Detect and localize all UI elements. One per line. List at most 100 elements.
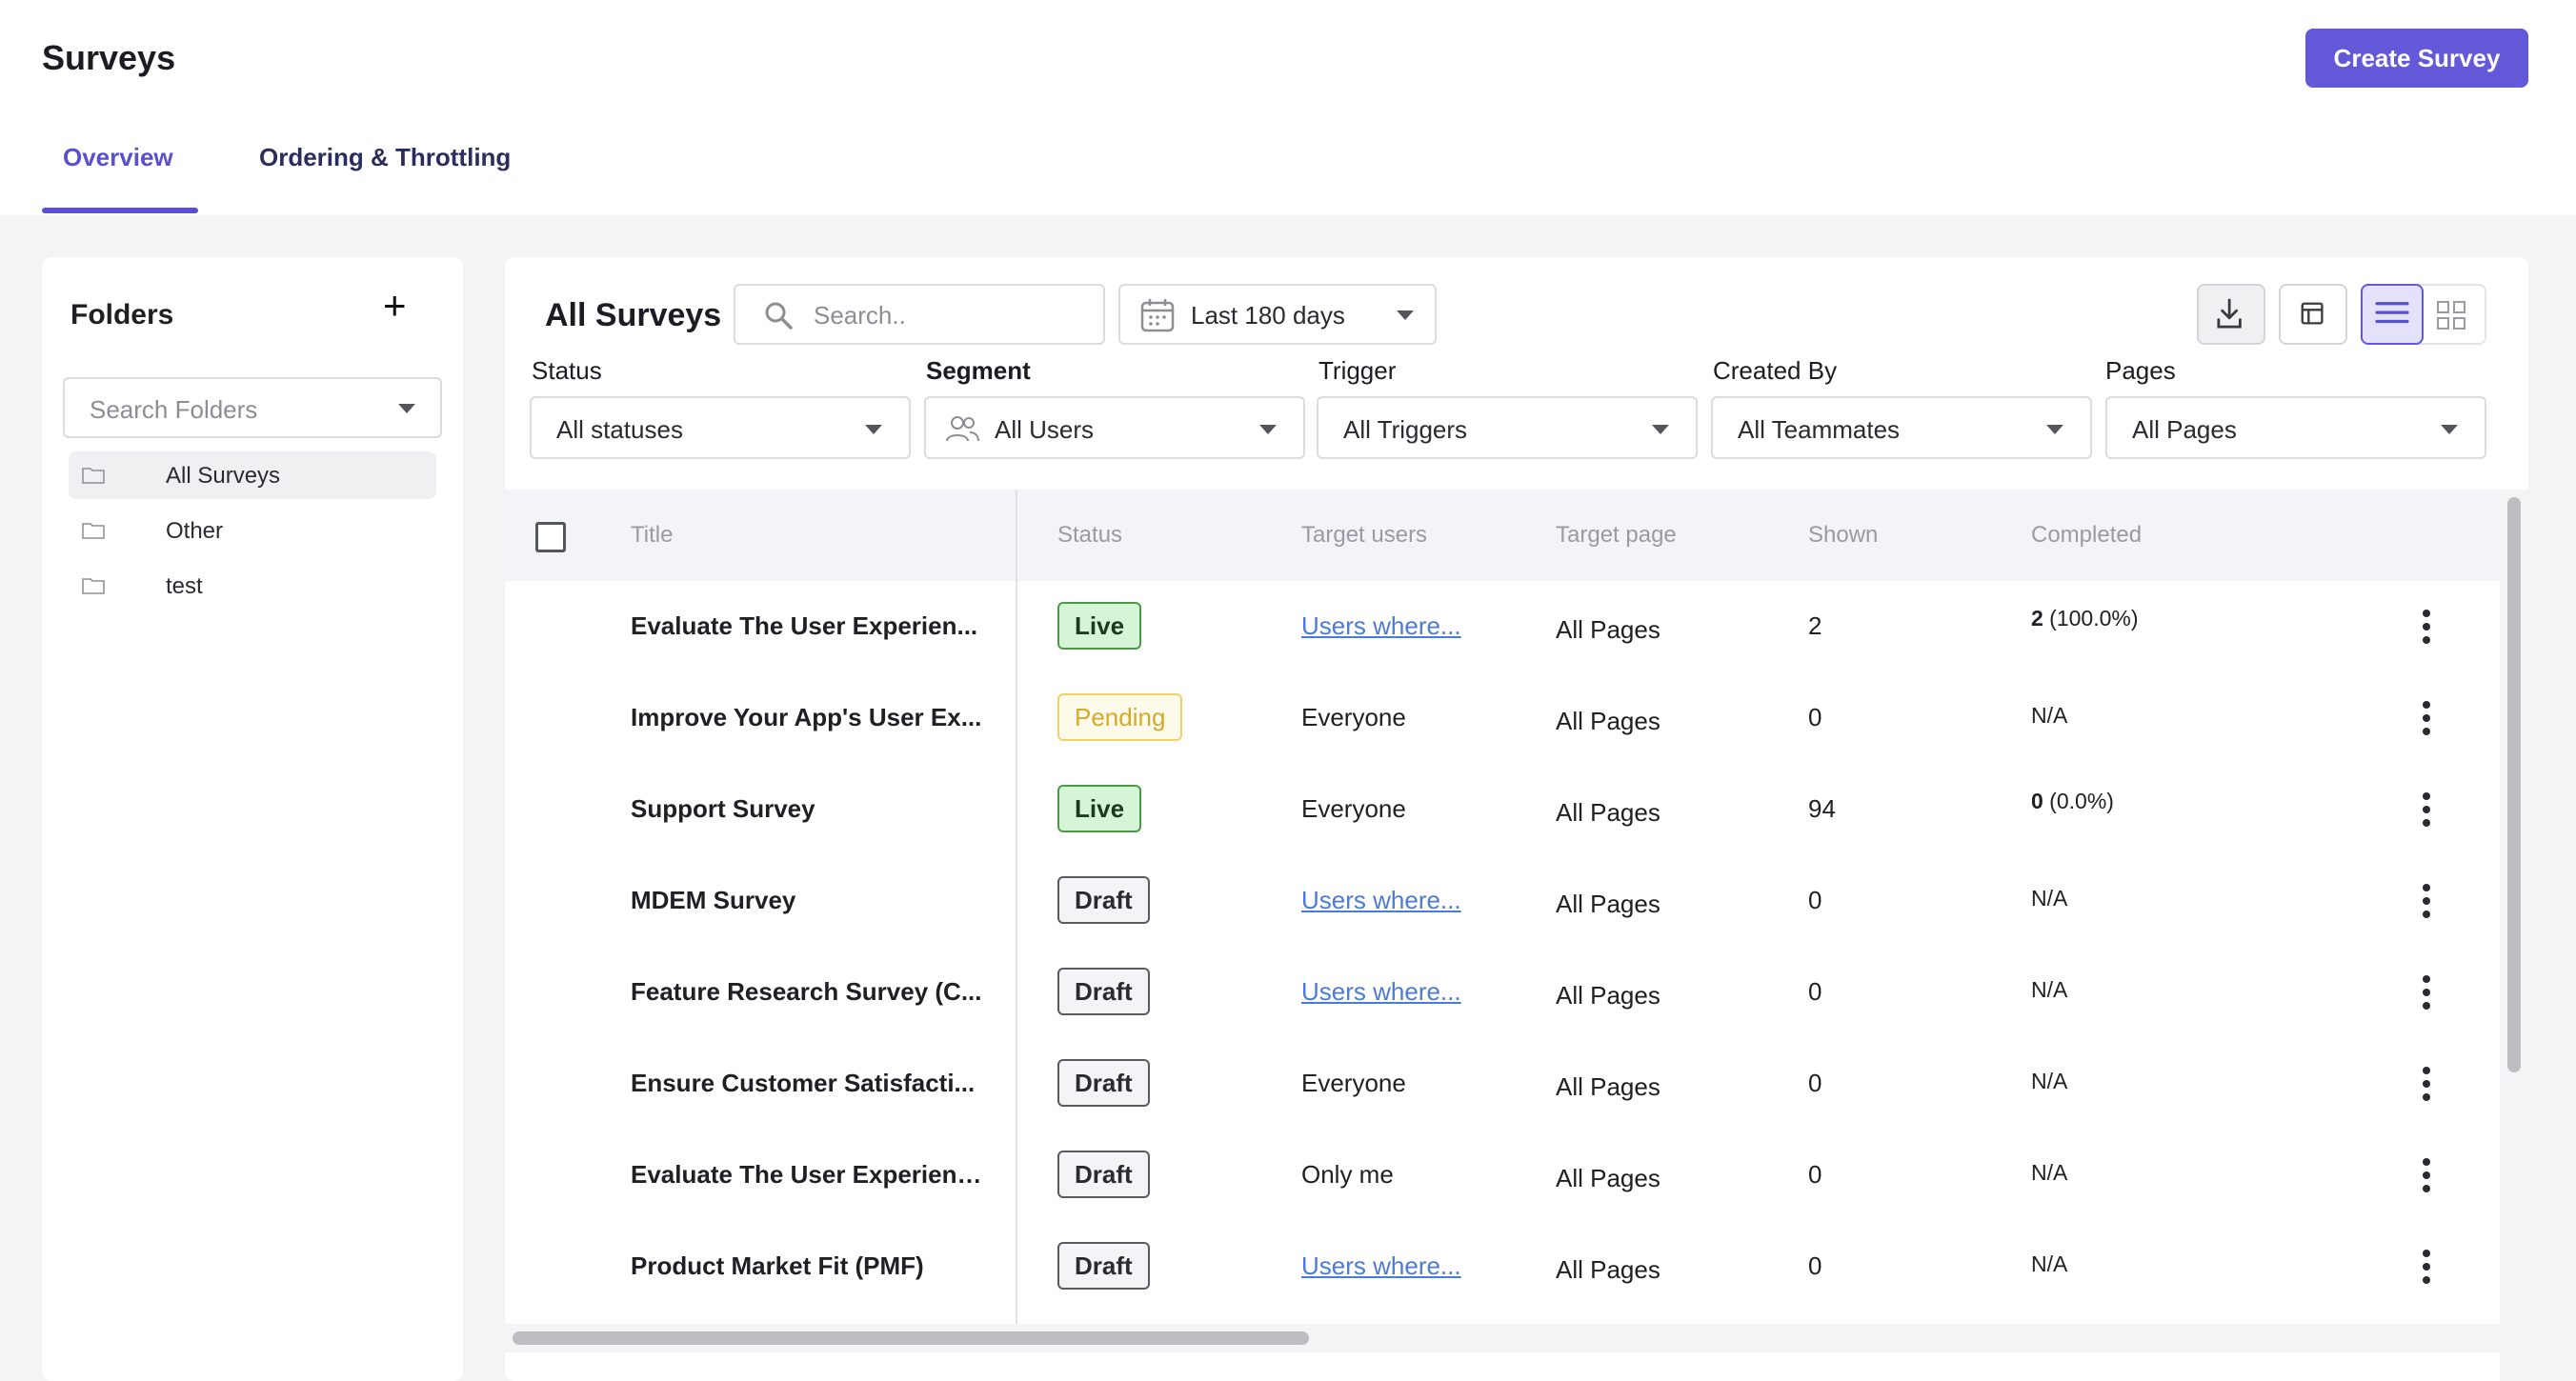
column-header-title[interactable]: Title	[631, 522, 673, 549]
pages-filter-label: Pages	[2105, 356, 2176, 385]
folder-search-select[interactable]: Search Folders	[63, 377, 442, 438]
target-users-link[interactable]: Users where...	[1301, 886, 1461, 915]
more-options-icon[interactable]	[2422, 610, 2431, 644]
status-badge: Draft	[1057, 968, 1150, 1015]
survey-title[interactable]: Evaluate The User Experience	[631, 1160, 983, 1190]
column-header-shown[interactable]: Shown	[1808, 522, 1878, 549]
table-row[interactable]: MDEM Survey Draft Users where... All Pag…	[505, 855, 2500, 947]
column-header-target-page[interactable]: Target page	[1556, 522, 1677, 549]
table-row[interactable]: Improve Your App's User Ex... Pending Ev…	[505, 672, 2500, 764]
add-folder-icon[interactable]: +	[383, 286, 407, 326]
more-options-icon[interactable]	[2422, 1067, 2431, 1101]
more-options-icon[interactable]	[2422, 792, 2431, 827]
folder-item-other[interactable]: Other	[69, 507, 436, 554]
status-badge: Draft	[1057, 1151, 1150, 1198]
shown-count: 0	[1808, 1251, 1822, 1280]
survey-search-input[interactable]: Search..	[734, 284, 1105, 345]
segment-filter-label: Segment	[926, 356, 1031, 385]
trigger-filter-value: All Triggers	[1343, 415, 1468, 444]
main-title: All Surveys	[545, 297, 722, 333]
columns-button[interactable]	[2279, 284, 2347, 345]
table-row[interactable]: Evaluate The User Experien... Live Users…	[505, 581, 2500, 672]
shown-count: 0	[1808, 1160, 1822, 1189]
status-badge: Draft	[1057, 1059, 1150, 1107]
table-row[interactable]: Support Survey Live Everyone All Pages 9…	[505, 764, 2500, 855]
folder-icon	[82, 468, 105, 484]
date-range-select[interactable]: Last 180 days	[1118, 284, 1437, 345]
shown-count: 0	[1808, 703, 1822, 731]
column-header-target-users[interactable]: Target users	[1301, 522, 1427, 549]
folder-item-all-surveys[interactable]: All Surveys	[69, 451, 436, 499]
surveys-panel: All Surveys Search.. Last 180 days Statu…	[505, 257, 2528, 1381]
more-options-icon[interactable]	[2422, 975, 2431, 1010]
table-row[interactable]: Product Market Fit (PMF) Draft Users whe…	[505, 1221, 2500, 1312]
column-header-completed[interactable]: Completed	[2031, 522, 2142, 549]
chevron-down-icon	[865, 425, 882, 434]
more-options-icon[interactable]	[2422, 701, 2431, 735]
target-page: All Pages	[1556, 1164, 1660, 1192]
target-users-link[interactable]: Users where...	[1301, 1251, 1461, 1281]
target-users: Everyone	[1301, 1069, 1406, 1097]
download-button[interactable]	[2197, 284, 2265, 345]
folder-label: test	[166, 573, 203, 599]
completed-value: N/A	[2031, 1160, 2068, 1185]
survey-title[interactable]: MDEM Survey	[631, 886, 983, 915]
trigger-filter-label: Trigger	[1318, 356, 1397, 385]
target-page: All Pages	[1556, 707, 1660, 735]
vertical-scrollbar-thumb[interactable]	[2507, 497, 2521, 1072]
chevron-down-icon	[2441, 425, 2458, 434]
horizontal-scrollbar-thumb[interactable]	[513, 1331, 1309, 1345]
folder-item-test[interactable]: test	[69, 562, 436, 610]
column-header-status[interactable]: Status	[1057, 522, 1122, 549]
completed-value: 0 (0.0%)	[2031, 789, 2114, 814]
folder-icon	[82, 578, 105, 594]
target-users-link[interactable]: Users where...	[1301, 611, 1461, 641]
table-row[interactable]: Ensure Customer Satisfacti... Draft Ever…	[505, 1038, 2500, 1130]
survey-title[interactable]: Support Survey	[631, 794, 983, 824]
more-options-icon[interactable]	[2422, 1250, 2431, 1284]
table-row[interactable]: Evaluate The User Experience Draft Only …	[505, 1130, 2500, 1221]
target-users: Everyone	[1301, 794, 1406, 823]
download-icon	[2217, 298, 2242, 329]
grid-view-icon[interactable]	[2435, 299, 2467, 331]
trigger-filter-select[interactable]: All Triggers	[1317, 396, 1698, 459]
created-by-filter-select[interactable]: All Teammates	[1711, 396, 2092, 459]
list-view-button[interactable]	[2361, 284, 2424, 345]
shown-count: 0	[1808, 886, 1822, 914]
status-filter-select[interactable]: All statuses	[530, 396, 911, 459]
chevron-down-icon	[1652, 425, 1669, 434]
folder-label: Other	[166, 518, 224, 544]
status-badge: Pending	[1057, 693, 1183, 741]
segment-filter-value: All Users	[995, 415, 1095, 444]
tab-overview[interactable]: Overview	[63, 143, 173, 172]
more-options-icon[interactable]	[2422, 1158, 2431, 1192]
table-icon	[2301, 302, 2324, 325]
table-row[interactable]: Feature Research Survey (C... Draft User…	[505, 947, 2500, 1038]
page-title: Surveys	[42, 38, 176, 77]
shown-count: 0	[1808, 977, 1822, 1006]
survey-title[interactable]: Ensure Customer Satisfacti...	[631, 1069, 983, 1098]
segment-filter-select[interactable]: All Users	[924, 396, 1305, 459]
list-icon	[2375, 302, 2409, 324]
status-badge: Draft	[1057, 1242, 1150, 1290]
survey-title[interactable]: Product Market Fit (PMF)	[631, 1251, 983, 1281]
surveys-table: Title Status Target users Target page Sh…	[505, 490, 2528, 1381]
status-badge: Draft	[1057, 876, 1150, 924]
create-survey-button[interactable]: Create Survey	[2305, 29, 2528, 88]
folder-search-placeholder: Search Folders	[90, 395, 258, 424]
table-header: Title Status Target users Target page Sh…	[505, 490, 2500, 581]
folders-panel: Folders + Search Folders All Surveys Oth…	[42, 257, 463, 1381]
survey-title[interactable]: Evaluate The User Experien...	[631, 611, 983, 641]
chevron-down-icon	[2046, 425, 2063, 434]
more-options-icon[interactable]	[2422, 884, 2431, 918]
target-page: All Pages	[1556, 615, 1660, 644]
target-users-link[interactable]: Users where...	[1301, 977, 1461, 1007]
select-all-checkbox[interactable]	[535, 522, 566, 552]
survey-title[interactable]: Feature Research Survey (C...	[631, 977, 983, 1007]
tab-ordering-throttling[interactable]: Ordering & Throttling	[259, 143, 511, 172]
view-toggle	[2361, 284, 2486, 345]
survey-title[interactable]: Improve Your App's User Ex...	[631, 703, 983, 732]
completed-value: N/A	[2031, 1251, 2068, 1276]
folder-icon	[82, 523, 105, 539]
pages-filter-select[interactable]: All Pages	[2105, 396, 2486, 459]
